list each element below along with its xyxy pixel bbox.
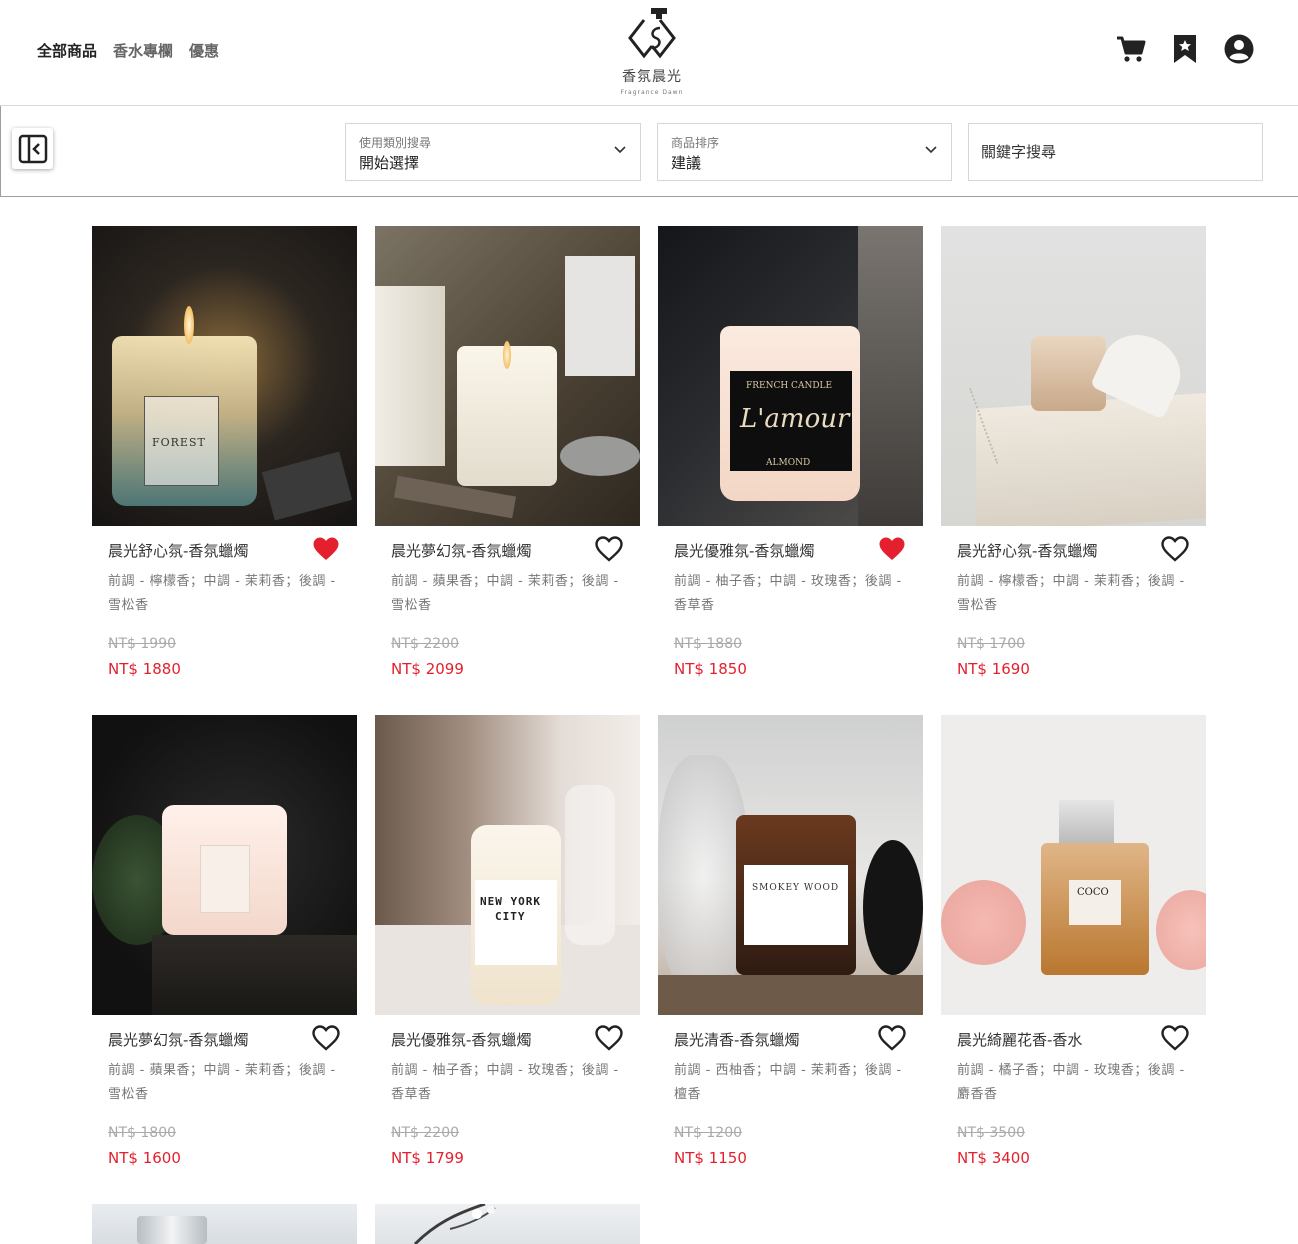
product-card[interactable]: FRENCH CANDLE L'amour ALMOND 晨光優雅氛-香氛蠟燭 … <box>658 226 923 678</box>
product-name: 晨光夢幻氛-香氛蠟燭 <box>108 1031 249 1049</box>
sale-price: NT$ 1150 <box>674 1149 747 1167</box>
product-card[interactable]: SMOKEY WOOD 晨光清香-香氛蠟燭 前調 - 西柚香；中調 - 茉莉香；… <box>658 715 923 1167</box>
product-notes: 前調 - 檸檬香；中調 - 茉莉香；後調 - 雪松香 <box>108 574 336 613</box>
nav-all-products[interactable]: 全部商品 <box>37 40 97 61</box>
category-select[interactable]: 使用類別搜尋 開始選擇 <box>345 123 641 181</box>
chevron-down-icon <box>925 146 937 154</box>
product-image <box>92 1204 357 1244</box>
original-price: NT$ 3500 <box>957 1125 1026 1141</box>
heart-filled-icon[interactable] <box>878 536 906 562</box>
product-card-partial[interactable] <box>92 1204 357 1244</box>
product-name: 晨光綺麗花香-香水 <box>957 1031 1083 1049</box>
collapse-sidebar-icon <box>18 134 47 163</box>
header-actions <box>1116 34 1254 64</box>
product-image <box>375 226 640 526</box>
product-image: NEW YORK CITY <box>375 715 640 1015</box>
heart-outline-icon[interactable] <box>312 1025 340 1051</box>
filter-bar: 使用類別搜尋 開始選擇 商品排序 建議 <box>0 106 1298 197</box>
sale-price: NT$ 2099 <box>391 660 464 678</box>
sale-price: NT$ 1600 <box>108 1149 181 1167</box>
bookmark-icon[interactable] <box>1170 34 1200 64</box>
product-card[interactable]: 晨光舒心氛-香氛蠟燭 前調 - 檸檬香；中調 - 茉莉香；後調 - 雪松香 NT… <box>941 226 1206 678</box>
product-name: 晨光清香-香氛蠟燭 <box>674 1031 800 1049</box>
original-price: NT$ 2200 <box>391 1125 460 1141</box>
brand-name: 香氛晨光 <box>622 69 682 85</box>
sort-select-label: 商品排序 <box>671 136 720 150</box>
site-logo[interactable]: 香氛晨光 Fragrance Dawn <box>612 6 692 98</box>
logo-mark-icon <box>628 8 676 59</box>
nav-perfume-column[interactable]: 香水專欄 <box>113 40 173 61</box>
original-price: NT$ 1700 <box>957 636 1026 652</box>
sort-select[interactable]: 商品排序 建議 <box>657 123 952 181</box>
product-notes: 前調 - 西柚香；中調 - 茉莉香；後調 - 檀香 <box>674 1063 902 1102</box>
product-card[interactable]: COCO 晨光綺麗花香-香水 前調 - 橘子香；中調 - 玫瑰香；後調 - 麝香… <box>941 715 1206 1167</box>
heart-outline-icon[interactable] <box>878 1025 906 1051</box>
main-nav: 全部商品 香水專欄 優惠 <box>37 40 219 61</box>
brand-name-en: Fragrance Dawn <box>620 89 684 96</box>
category-select-value: 開始選擇 <box>359 154 420 172</box>
product-image: COCO <box>941 715 1206 1015</box>
product-card[interactable]: 晨光夢幻氛-香氛蠟燭 前調 - 蘋果香；中調 - 茉莉香；後調 - 雪松香 NT… <box>92 715 357 1167</box>
cart-icon[interactable] <box>1116 34 1146 64</box>
product-name: 晨光舒心氛-香氛蠟燭 <box>957 542 1098 560</box>
product-image <box>92 715 357 1015</box>
original-price: NT$ 1800 <box>108 1125 177 1141</box>
product-image: FRENCH CANDLE L'amour ALMOND <box>658 226 923 526</box>
sale-price: NT$ 1690 <box>957 660 1030 678</box>
product-image <box>941 226 1206 526</box>
heart-outline-icon[interactable] <box>1161 1025 1189 1051</box>
original-price: NT$ 1990 <box>108 636 177 652</box>
heart-filled-icon[interactable] <box>312 536 340 562</box>
heart-outline-icon[interactable] <box>1161 536 1189 562</box>
sidebar-toggle-button[interactable] <box>12 128 53 169</box>
sort-select-value: 建議 <box>671 154 702 172</box>
chevron-down-icon <box>614 146 626 154</box>
product-notes: 前調 - 蘋果香；中調 - 茉莉香；後調 - 雪松香 <box>108 1063 336 1102</box>
category-select-label: 使用類別搜尋 <box>359 136 432 150</box>
product-name: 晨光優雅氛-香氛蠟燭 <box>674 542 815 560</box>
original-price: NT$ 2200 <box>391 636 460 652</box>
original-price: NT$ 1880 <box>674 636 743 652</box>
keyword-search-input[interactable] <box>969 124 1262 180</box>
product-card-partial[interactable] <box>375 1204 640 1244</box>
product-image: SMOKEY WOOD <box>658 715 923 1015</box>
product-name: 晨光優雅氛-香氛蠟燭 <box>391 1031 532 1049</box>
keyword-search-field[interactable] <box>968 123 1263 181</box>
product-card[interactable]: NEW YORK CITY 晨光優雅氛-香氛蠟燭 前調 - 柚子香；中調 - 玫… <box>375 715 640 1167</box>
sale-price: NT$ 3400 <box>957 1149 1030 1167</box>
account-icon[interactable] <box>1224 34 1254 64</box>
product-notes: 前調 - 柚子香；中調 - 玫瑰香；後調 - 香草香 <box>674 574 902 613</box>
product-notes: 前調 - 蘋果香；中調 - 茉莉香；後調 - 雪松香 <box>391 574 619 613</box>
product-name: 晨光夢幻氛-香氛蠟燭 <box>391 542 532 560</box>
product-image <box>375 1204 640 1244</box>
original-price: NT$ 1200 <box>674 1125 743 1141</box>
product-notes: 前調 - 檸檬香；中調 - 茉莉香；後調 - 雪松香 <box>957 574 1185 613</box>
product-card[interactable]: FOREST 晨光舒心氛-香氛蠟燭 前調 - 檸檬香；中調 - 茉莉香；後調 -… <box>92 226 357 678</box>
heart-outline-icon[interactable] <box>595 1025 623 1051</box>
nav-discounts[interactable]: 優惠 <box>189 40 219 61</box>
product-notes: 前調 - 柚子香；中調 - 玫瑰香；後調 - 香草香 <box>391 1063 619 1102</box>
sale-price: NT$ 1880 <box>108 660 181 678</box>
product-notes: 前調 - 橘子香；中調 - 玫瑰香；後調 - 麝香香 <box>957 1063 1185 1102</box>
sale-price: NT$ 1799 <box>391 1149 464 1167</box>
heart-outline-icon[interactable] <box>595 536 623 562</box>
sale-price: NT$ 1850 <box>674 660 747 678</box>
product-name: 晨光舒心氛-香氛蠟燭 <box>108 542 249 560</box>
product-card[interactable]: 晨光夢幻氛-香氛蠟燭 前調 - 蘋果香；中調 - 茉莉香；後調 - 雪松香 NT… <box>375 226 640 678</box>
product-image: FOREST <box>92 226 357 526</box>
site-header: 全部商品 香水專欄 優惠 香氛晨光 Fragrance Dawn <box>0 0 1298 106</box>
